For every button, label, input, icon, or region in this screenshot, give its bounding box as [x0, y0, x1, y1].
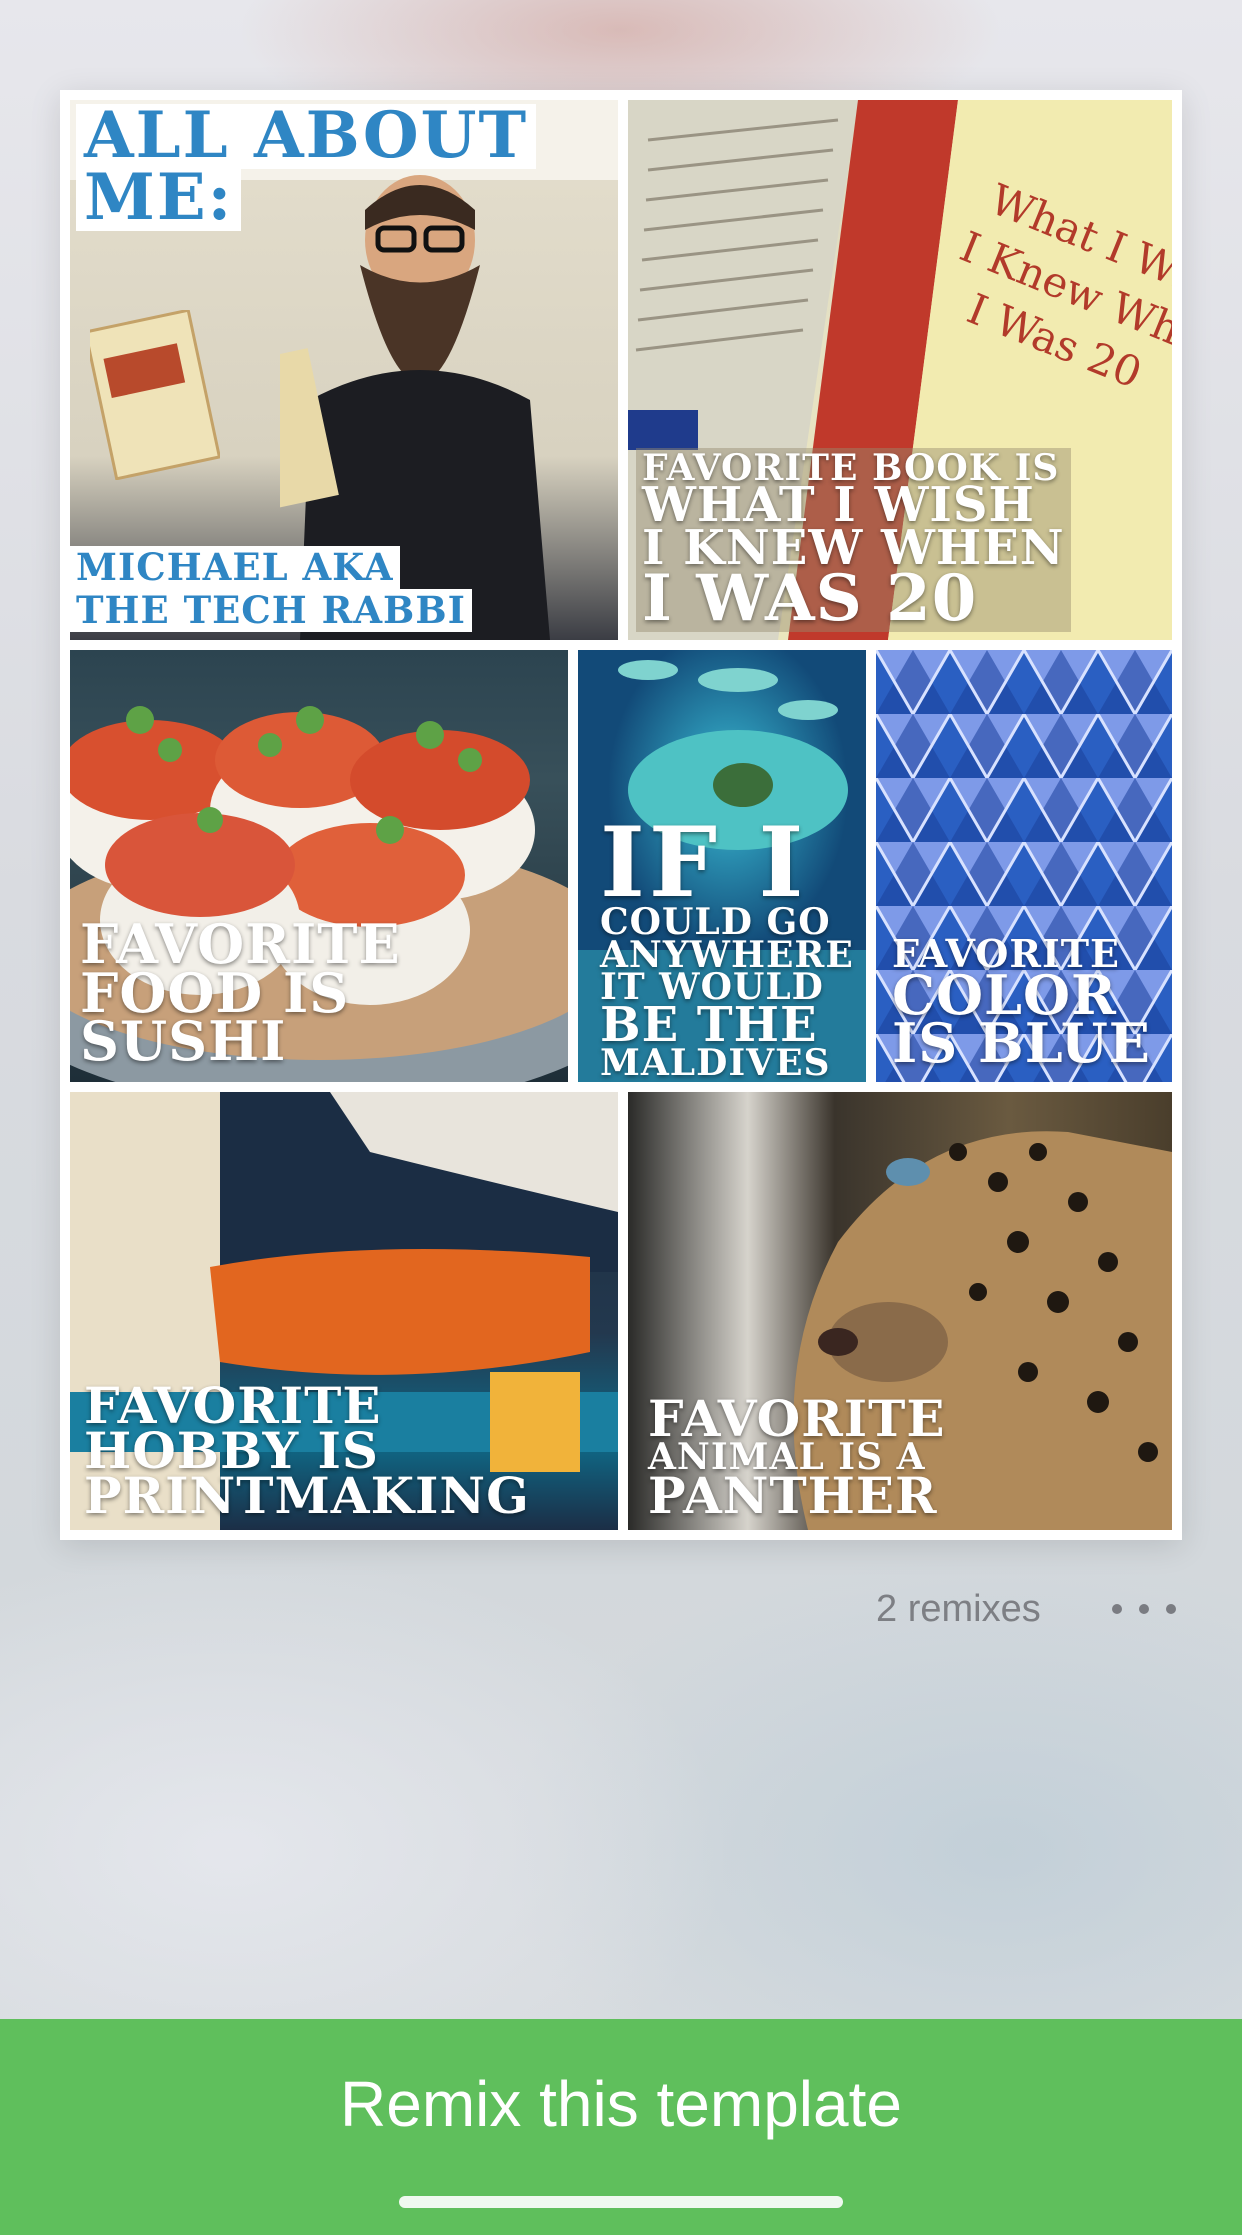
remix-template-label: Remix this template: [340, 2068, 902, 2140]
collage-tile-favorite-hobby: FAVORITE HOBBY IS PRINTMAKING: [70, 1092, 618, 1530]
maldives-caption: IF I COULD GO ANYWHERE IT WOULD BE THE M…: [600, 806, 854, 1082]
collage-tile-maldives: IF I COULD GO ANYWHERE IT WOULD BE THE M…: [578, 650, 866, 1082]
tile-title-line-2: ME:: [76, 166, 242, 231]
collage-tile-favorite-color: FAVORITE COLOR IS BLUE: [876, 650, 1172, 1082]
template-preview-card[interactable]: ALL ABOUT ME: MICHAEL AKA THE TECH RABBI…: [60, 90, 1182, 1540]
favorite-color-caption: FAVORITE COLOR IS BLUE: [892, 930, 1151, 1076]
collage-tile-favorite-book: What I Wis I Knew When I Was 20 FAVORITE…: [628, 100, 1172, 640]
favorite-hobby-caption: FAVORITE HOBBY IS PRINTMAKING: [84, 1376, 530, 1525]
favorite-book-caption: FAVORITE BOOK IS WHAT I WISH I KNEW WHEN…: [636, 447, 1071, 632]
more-dot: [1139, 1604, 1149, 1614]
more-dot: [1166, 1604, 1176, 1614]
book-in-hand-image: [90, 310, 220, 480]
name-line-1: MICHAEL AKA: [70, 546, 400, 590]
name-caption: MICHAEL AKA THE TECH RABBI: [70, 546, 472, 632]
more-options-icon[interactable]: [1112, 1594, 1176, 1624]
remix-count: 2 remixes: [876, 1588, 1041, 1630]
collage-tile-favorite-animal: FAVORITE ANIMAL IS A PANTHER: [628, 1092, 1172, 1530]
home-indicator[interactable]: [399, 2196, 843, 2208]
more-dot: [1112, 1604, 1122, 1614]
favorite-food-caption: FAVORITE FOOD IS SUSHI: [80, 912, 401, 1074]
name-line-2: THE TECH RABBI: [70, 589, 472, 632]
collage-tile-favorite-food: FAVORITE FOOD IS SUSHI: [70, 650, 568, 1082]
favorite-animal-caption: FAVORITE ANIMAL IS A PANTHER: [648, 1388, 946, 1525]
collage-tile-about-me: ALL ABOUT ME: MICHAEL AKA THE TECH RABBI: [70, 100, 618, 640]
